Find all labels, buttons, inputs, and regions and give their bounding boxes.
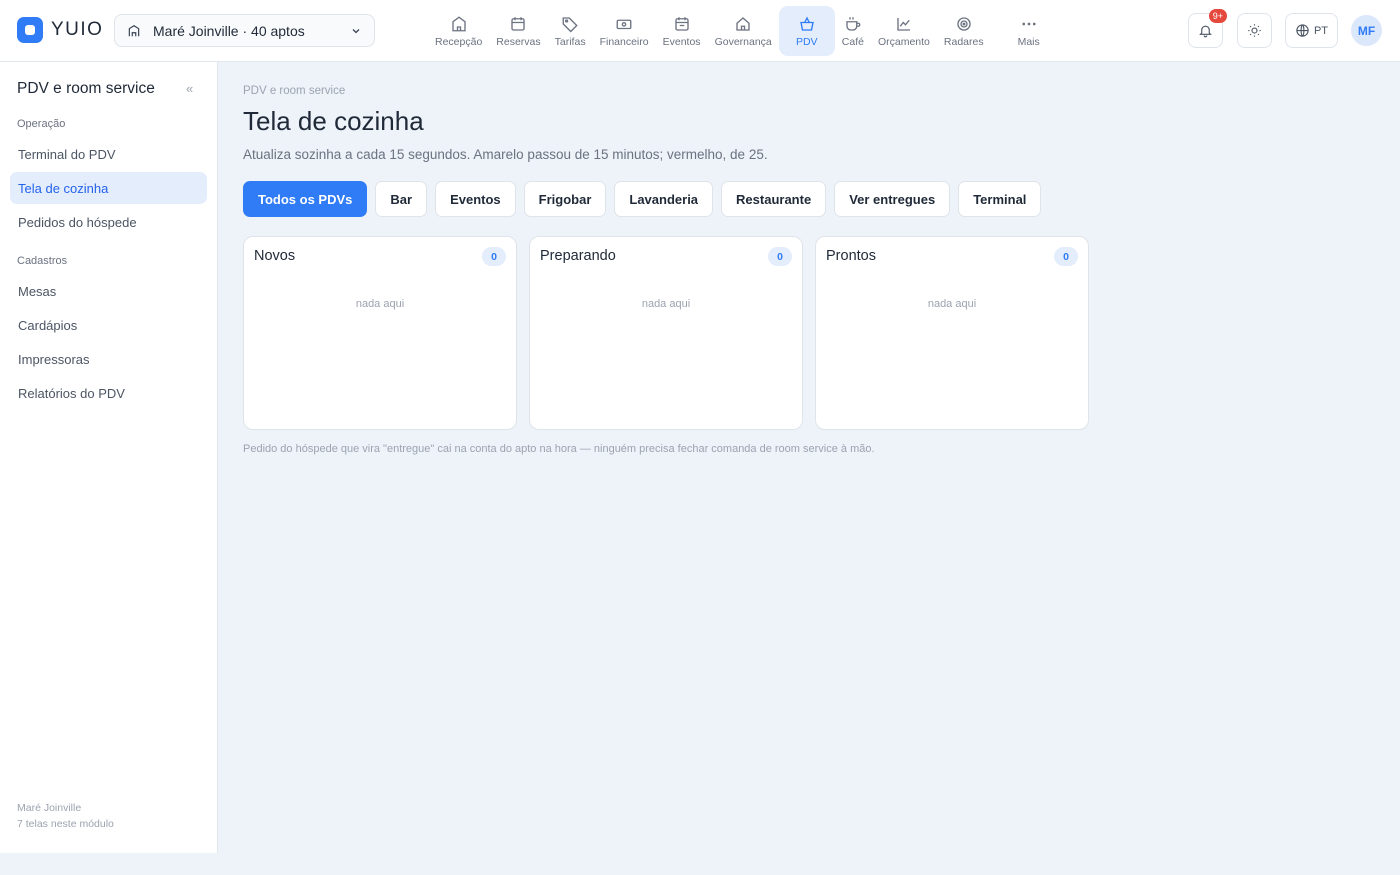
logo-mark-icon — [17, 17, 43, 43]
sidebar-footer-count: 7 telas neste módulo — [17, 818, 114, 830]
sidebar-item-tela-de-cozinha[interactable]: Tela de cozinha — [10, 172, 207, 204]
sidebar-section-cadastros: Cadastros — [17, 255, 68, 267]
language-label: PT — [1313, 24, 1329, 37]
filter-bar[interactable]: Bar — [375, 181, 428, 217]
calendar-event-icon — [674, 16, 689, 31]
nav-label: Café — [841, 35, 864, 48]
globe-icon — [1296, 24, 1309, 37]
column-count-badge: 0 — [1054, 247, 1078, 266]
filter-frigobar[interactable]: Frigobar — [523, 181, 607, 217]
nav-label: Mais — [1017, 35, 1040, 48]
brand-logo[interactable]: YUIO — [17, 17, 103, 43]
filter-terminal[interactable]: Terminal — [958, 181, 1042, 217]
property-selector[interactable]: Maré Joinville · 40 aptos — [114, 14, 375, 47]
column-empty-state: nada aqui — [641, 298, 691, 310]
column-title: Preparando — [540, 248, 616, 264]
bottom-strip — [0, 853, 1400, 875]
sidebar-item-relatorios-do-pdv[interactable]: Relatórios do PDV — [10, 377, 207, 409]
nav-label: Reservas — [496, 35, 541, 48]
column-title: Prontos — [826, 248, 876, 264]
nav-label: Radares — [943, 35, 984, 48]
nav-label: Financeiro — [599, 35, 649, 48]
filter-ver-entregues[interactable]: Ver entregues — [834, 181, 951, 217]
pdv-filter-bar: Todos os PDVs Bar Eventos Frigobar Lavan… — [243, 181, 1042, 217]
nav-item-recepcao[interactable]: Recepção — [428, 6, 489, 56]
column-count-badge: 0 — [768, 247, 792, 266]
banknote-icon — [616, 19, 632, 29]
target-icon — [957, 16, 971, 31]
sidebar-item-cardapios[interactable]: Cardápios — [10, 309, 207, 341]
basket-icon — [799, 15, 814, 31]
kanban-column-preparando: Preparando 0 nada aqui — [529, 236, 803, 430]
column-title: Novos — [254, 248, 296, 264]
nav-item-pdv[interactable]: PDV — [778, 6, 835, 56]
column-empty-state: nada aqui — [355, 298, 405, 310]
nav-label: PDV — [795, 35, 818, 48]
filter-eventos[interactable]: Eventos — [435, 181, 516, 217]
sidebar-title: PDV e room service — [17, 80, 155, 97]
sidebar-section-operacao: Operação — [17, 118, 66, 130]
column-empty-state: nada aqui — [927, 298, 977, 310]
home-icon — [736, 16, 750, 31]
filter-todos-os-pdvs[interactable]: Todos os PDVs — [243, 181, 368, 217]
property-label: Maré Joinville · 40 aptos — [153, 22, 305, 39]
sidebar-item-terminal-do-pdv[interactable]: Terminal do PDV — [10, 138, 207, 170]
nav-item-tarifas[interactable]: Tarifas — [548, 6, 593, 56]
filter-lavanderia[interactable]: Lavanderia — [614, 181, 714, 217]
bell-icon — [1199, 25, 1212, 38]
language-button[interactable]: PT — [1285, 13, 1338, 48]
nav-item-governanca[interactable]: Governança — [708, 6, 779, 56]
sidebar-item-impressoras[interactable]: Impressoras — [10, 343, 207, 375]
nav-item-radares[interactable]: Radares — [937, 6, 991, 56]
brand-name: YUIO — [51, 19, 104, 40]
nav-label: Tarifas — [554, 35, 586, 48]
kanban-column-novos: Novos 0 nada aqui — [243, 236, 517, 430]
nav-item-reservas[interactable]: Reservas — [489, 6, 547, 56]
building-icon — [128, 24, 140, 36]
column-count-badge: 0 — [482, 247, 506, 266]
sun-icon — [1248, 24, 1261, 37]
nav-label: Governança — [714, 35, 772, 48]
more-icon — [1022, 22, 1036, 25]
calendar-icon — [511, 16, 526, 31]
nav-item-mais[interactable]: Mais — [1011, 6, 1047, 56]
theme-toggle-button[interactable] — [1237, 13, 1272, 48]
building-icon — [451, 15, 466, 31]
notifications-button[interactable]: 9+ — [1188, 9, 1227, 48]
sidebar: PDV e room service « Operação Terminal d… — [0, 62, 218, 853]
chart-line-icon — [897, 17, 910, 31]
breadcrumb[interactable]: PDV e room service — [243, 85, 345, 97]
page-title: Tela de cozinha — [243, 106, 424, 136]
sidebar-footer-property: Maré Joinville — [17, 802, 82, 814]
coffee-icon — [846, 16, 861, 31]
kanban-column-prontos: Prontos 0 nada aqui — [815, 236, 1089, 430]
main-nav: Recepção Reservas Tarifas Financeiro Eve… — [428, 6, 1047, 56]
avatar[interactable]: MF — [1351, 15, 1382, 46]
nav-label: Recepção — [435, 35, 483, 48]
page-subtitle: Atualiza sozinha a cada 15 segundos. Ama… — [243, 147, 768, 162]
nav-item-financeiro[interactable]: Financeiro — [593, 6, 656, 56]
nav-item-orcamento[interactable]: Orçamento — [871, 6, 937, 56]
nav-label: Eventos — [662, 35, 701, 48]
chevron-down-icon — [352, 28, 360, 33]
nav-label: Orçamento — [877, 35, 930, 48]
nav-item-eventos[interactable]: Eventos — [656, 6, 708, 56]
top-bar: YUIO Maré Joinville · 40 aptos Recepção … — [0, 0, 1400, 62]
notification-badge: 9+ — [1208, 9, 1227, 23]
sidebar-item-mesas[interactable]: Mesas — [10, 275, 207, 307]
footnote: Pedido do hóspede que vira "entregue" ca… — [243, 443, 875, 455]
tag-icon — [562, 16, 578, 32]
filter-restaurante[interactable]: Restaurante — [721, 181, 827, 217]
nav-item-cafe[interactable]: Café — [835, 6, 871, 56]
sidebar-item-pedidos-do-hospede[interactable]: Pedidos do hóspede — [10, 206, 207, 238]
collapse-sidebar-icon[interactable]: « — [186, 81, 193, 96]
